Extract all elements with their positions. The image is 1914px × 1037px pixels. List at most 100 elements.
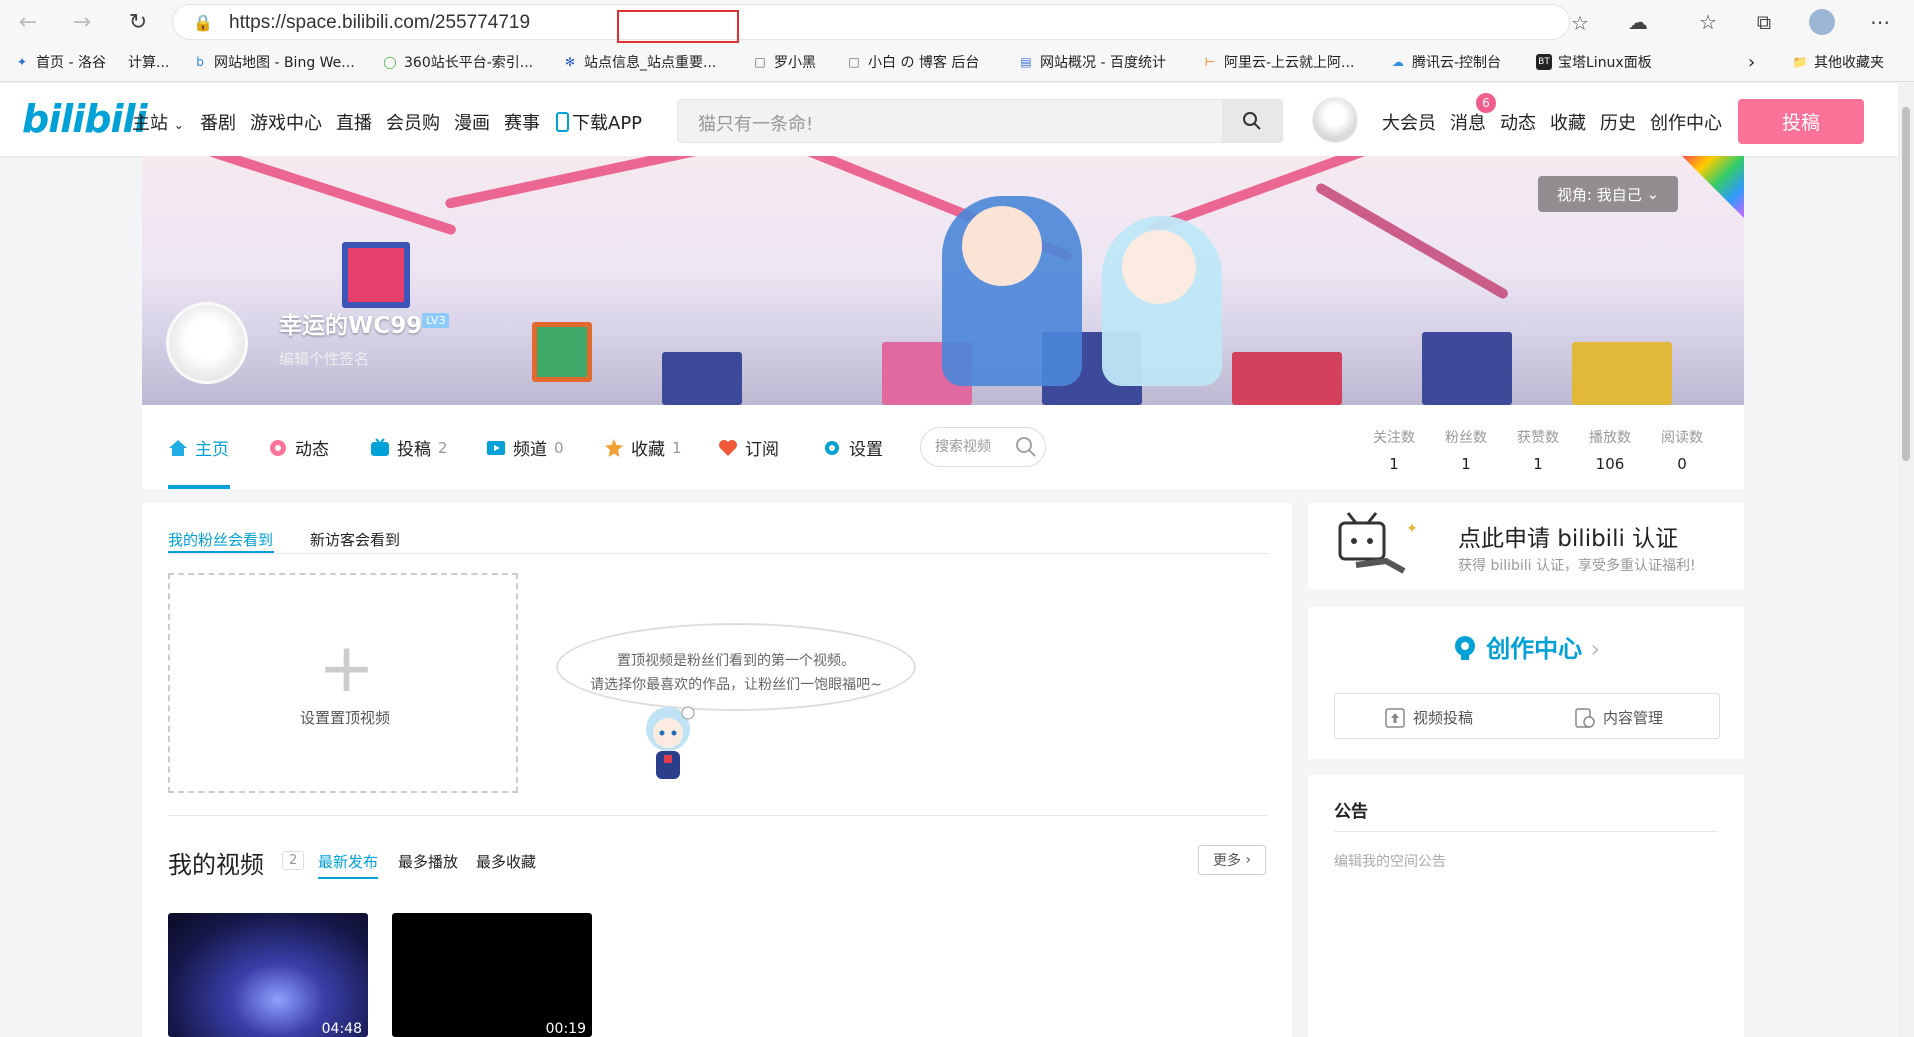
edit-notice-input[interactable]: 编辑我的空间公告 <box>1334 851 1446 871</box>
add-favorite-icon[interactable]: ☆ <box>1571 11 1589 35</box>
video-thumbnail[interactable]: 00:19 <box>392 913 592 1037</box>
forward-icon[interactable]: → <box>66 6 98 38</box>
bookmark-bt[interactable]: BT 宝塔Linux面板 <box>1536 52 1652 72</box>
message-badge: 6 <box>1476 93 1496 113</box>
ribbon-decoration <box>1314 181 1510 301</box>
stat-likes: 获赞数 1 <box>1517 430 1559 473</box>
refresh-icon[interactable]: ↻ <box>122 6 154 38</box>
extensions-icon[interactable]: ☁ <box>1622 6 1654 38</box>
nav-main[interactable]: 主站 ⌄ <box>132 109 184 135</box>
sort-most-favorited[interactable]: 最多收藏 <box>476 851 536 872</box>
url-highlight-box <box>617 10 739 43</box>
bookmark-luogu[interactable]: ✦ 首页 - 洛谷 <box>14 52 106 72</box>
video-upload-button[interactable]: 视频投稿 <box>1385 707 1473 728</box>
search-icon[interactable] <box>1015 436 1037 458</box>
bookmark-aliyun[interactable]: ⊢ 阿里云-上云就上阿... <box>1202 52 1355 72</box>
nav-messages[interactable]: 消息 <box>1450 109 1486 135</box>
tab-subscriptions[interactable]: 订阅 <box>718 435 779 460</box>
nav-esports[interactable]: 赛事 <box>504 109 540 135</box>
tab-home[interactable]: 主页 <box>168 435 229 460</box>
bookmark-blog[interactable]: □ 小白 の 博客 后台 <box>846 52 979 72</box>
back-icon[interactable]: ← <box>12 6 44 38</box>
divider <box>168 553 1268 554</box>
nav-history[interactable]: 历史 <box>1600 109 1636 135</box>
chevron-right-icon[interactable]: › <box>1748 52 1755 73</box>
video-duration: 00:19 <box>545 1021 586 1037</box>
certification-card[interactable]: ✦ 点此申请 bilibili 认证 获得 bilibili 认证，享受多重认证… <box>1308 503 1744 589</box>
subtab-visitor-view[interactable]: 新访客会看到 <box>310 529 400 550</box>
bookmark-luoxiaohei[interactable]: □ 罗小黑 <box>752 52 816 72</box>
signature-edit[interactable]: 编辑个性签名 <box>279 348 369 369</box>
tab-dynamics[interactable]: 动态 <box>268 435 329 460</box>
content-management-button[interactable]: 内容管理 <box>1575 707 1663 728</box>
page-scrollbar[interactable] <box>1898 83 1914 1037</box>
gift-box <box>662 352 742 405</box>
nav-vip[interactable]: 大会员 <box>1382 109 1436 135</box>
scroll-thumb[interactable] <box>1902 107 1910 461</box>
tab-settings[interactable]: 设置 <box>822 435 883 460</box>
ribbon-decoration <box>444 156 760 210</box>
nav-bangumi[interactable]: 番剧 <box>200 109 236 135</box>
nav-game-center[interactable]: 游戏中心 <box>250 109 322 135</box>
plus-icon: + <box>318 629 375 708</box>
profile-avatar[interactable] <box>166 302 248 384</box>
collections-icon[interactable]: ⧉ <box>1748 6 1780 38</box>
bookmark-baidu[interactable]: ✻ 站点信息_站点重要... <box>562 52 716 72</box>
search-button[interactable] <box>1222 100 1282 142</box>
stat-following[interactable]: 关注数 1 <box>1364 427 1424 473</box>
stats-icon: ▤ <box>1020 55 1032 69</box>
gift-box <box>532 322 592 382</box>
notice-card: 公告 编辑我的空间公告 <box>1308 775 1744 1037</box>
bilibili-logo[interactable]: bilibili <box>22 97 148 141</box>
creator-center-link[interactable]: 创作中心 › <box>1308 629 1744 664</box>
gift-box <box>342 242 410 308</box>
chevron-down-icon: ⌄ <box>173 118 184 132</box>
bookmarks-bar: ✦ 首页 - 洛谷 计算... b 网站地图 - Bing We... ◯ 360站长… <box>0 44 1914 82</box>
view-as-dropdown[interactable]: 视角: 我自己 ⌄ <box>1538 176 1678 212</box>
bookmark-bing[interactable]: b 网站地图 - Bing We... <box>192 52 354 72</box>
tab-uploads[interactable]: 投稿 2 <box>370 435 448 460</box>
tencent-cloud-icon: ☁ <box>1392 55 1404 69</box>
main-content-panel: 我的粉丝会看到 新访客会看到 + 设置置顶视频 置顶视频是粉丝们看到的第一个视频… <box>142 503 1292 1037</box>
tab-channels[interactable]: 频道 0 <box>486 435 564 460</box>
favorites-icon[interactable]: ☆ <box>1692 6 1724 38</box>
video-search-input[interactable]: 搜索视频 <box>920 427 1046 467</box>
sort-most-played[interactable]: 最多播放 <box>398 851 458 872</box>
browser-toolbar: ← → ↻ 🔒 https://space.bilibili.com/25577… <box>0 0 1914 44</box>
anime-character-face <box>1122 230 1196 304</box>
my-videos-title: 我的视频 <box>168 851 264 879</box>
certification-title: 点此申请 bilibili 认证 <box>1458 526 1679 552</box>
profile-avatar[interactable] <box>1806 6 1838 38</box>
nav-manga[interactable]: 漫画 <box>454 109 490 135</box>
subtab-fans-view[interactable]: 我的粉丝会看到 <box>168 529 273 550</box>
nav-creator-center[interactable]: 创作中心 <box>1650 109 1722 135</box>
nav-live[interactable]: 直播 <box>336 109 372 135</box>
video-count-badge: 2 <box>282 851 305 870</box>
user-avatar[interactable] <box>1312 97 1358 143</box>
upload-button[interactable]: 投稿 <box>1738 99 1864 144</box>
creator-center-card: 创作中心 › 视频投稿 内容管理 <box>1308 607 1744 759</box>
bookmark-baidu-stats[interactable]: ▤ 网站概况 - 百度统计 <box>1018 52 1166 72</box>
stat-followers[interactable]: 粉丝数 1 <box>1436 427 1496 473</box>
tab-favorites[interactable]: 收藏 1 <box>604 435 682 460</box>
folder-icon: 📁 <box>1792 55 1808 69</box>
sort-latest[interactable]: 最新发布 <box>318 851 378 872</box>
nav-favorites[interactable]: 收藏 <box>1550 109 1586 135</box>
bookmark-other-folder[interactable]: 📁 其他收藏夹 <box>1792 52 1884 72</box>
address-bar[interactable]: 🔒 https://space.bilibili.com/255774719 ☆ <box>172 4 1589 43</box>
more-videos-button[interactable]: 更多 › <box>1198 845 1266 875</box>
gear-icon <box>825 440 839 455</box>
baidu-paw-icon: ✻ <box>564 55 576 69</box>
nav-mall[interactable]: 会员购 <box>386 109 440 135</box>
bookmark-360[interactable]: ◯ 360站长平台-索引... <box>382 52 533 72</box>
nav-download-app[interactable]: 下载APP <box>556 109 642 135</box>
content-manage-icon <box>1575 707 1595 728</box>
set-top-video-button[interactable]: + 设置置顶视频 <box>168 573 518 793</box>
more-menu-icon[interactable]: ⋯ <box>1864 6 1896 38</box>
search-input[interactable]: 猫只有一条命! <box>677 99 1283 143</box>
bookmark-calc[interactable]: 计算... <box>128 52 169 72</box>
bookmark-tencent-cloud[interactable]: ☁ 腾讯云-控制台 <box>1390 52 1501 72</box>
video-thumbnail[interactable]: 04:48 <box>168 913 368 1037</box>
nav-dynamics[interactable]: 动态 <box>1500 109 1536 135</box>
space-tabs-bar: 主页 动态 投稿 2 频道 0 收藏 1 订阅 设置 搜索视频 关注数 1 粉丝数 1 获… <box>142 405 1744 489</box>
